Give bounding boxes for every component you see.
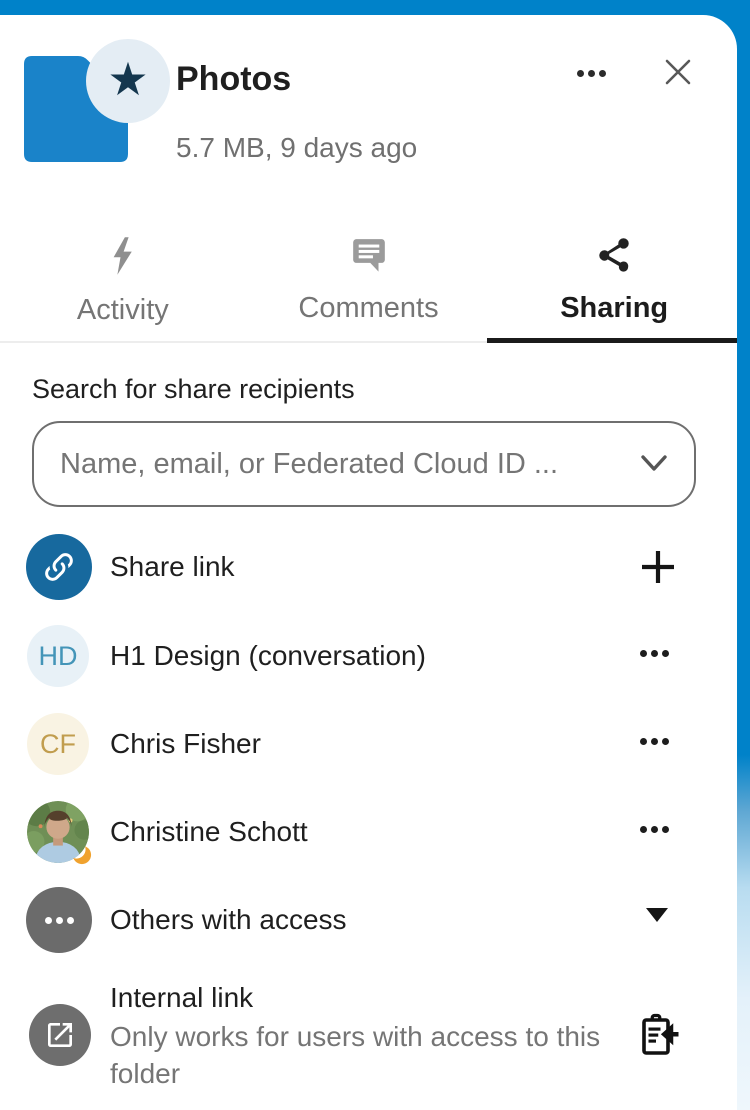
internal-link-title[interactable]: Internal link bbox=[110, 982, 253, 1014]
search-label: Search for share recipients bbox=[32, 374, 355, 405]
chris-fisher-more-button[interactable] bbox=[640, 738, 669, 745]
internal-link-avatar bbox=[29, 1004, 91, 1066]
close-icon bbox=[660, 54, 696, 90]
internal-link-subtitle: Only works for users with access to this… bbox=[110, 1018, 630, 1092]
tab-sharing[interactable]: Sharing bbox=[491, 222, 737, 340]
tab-comments[interactable]: Comments bbox=[246, 222, 492, 340]
add-share-link-button[interactable] bbox=[636, 545, 680, 589]
others-with-access-avatar bbox=[26, 887, 92, 953]
share-link-label[interactable]: Share link bbox=[110, 551, 235, 583]
avatar-initials: HD bbox=[39, 641, 78, 672]
away-status-icon bbox=[70, 843, 92, 870]
tab-activity[interactable]: Activity bbox=[0, 222, 246, 340]
external-link-icon bbox=[44, 1019, 76, 1051]
favorite-badge: ★ bbox=[86, 39, 170, 123]
file-title: Photos bbox=[176, 60, 291, 99]
active-tab-underline bbox=[487, 338, 737, 343]
avatar-initials: CF bbox=[40, 729, 76, 760]
tab-comments-label: Comments bbox=[298, 292, 438, 325]
share-link-avatar bbox=[26, 534, 92, 600]
file-meta: 5.7 MB, 9 days ago bbox=[176, 132, 417, 164]
lightning-icon bbox=[108, 236, 138, 276]
others-with-access-label[interactable]: Others with access bbox=[110, 904, 347, 936]
plus-icon bbox=[638, 547, 678, 587]
h1-design-more-button[interactable] bbox=[640, 650, 669, 657]
tab-bar: Activity Comments Sharing bbox=[0, 222, 737, 340]
recipient-search bbox=[32, 421, 696, 507]
ellipsis-icon bbox=[45, 917, 74, 924]
share-icon bbox=[594, 236, 634, 274]
christine-schott-more-button[interactable] bbox=[640, 826, 669, 833]
chris-fisher-avatar: CF bbox=[27, 713, 89, 775]
chris-fisher-label[interactable]: Chris Fisher bbox=[110, 728, 261, 760]
nextcloud-sidebar: ★ Photos 5.7 MB, 9 days ago Activity Com… bbox=[0, 0, 750, 1110]
expand-others-button[interactable] bbox=[646, 908, 668, 922]
chevron-down-icon[interactable] bbox=[638, 453, 670, 475]
christine-schott-label[interactable]: Christine Schott bbox=[110, 816, 308, 848]
close-button[interactable] bbox=[656, 50, 700, 94]
tab-activity-label: Activity bbox=[77, 294, 169, 327]
comment-icon bbox=[350, 236, 388, 274]
link-icon bbox=[41, 549, 77, 585]
recipient-search-input[interactable] bbox=[58, 447, 638, 482]
tab-sharing-label: Sharing bbox=[560, 292, 668, 325]
header-actions-button[interactable] bbox=[566, 58, 616, 88]
clipboard-copy-icon bbox=[638, 1012, 680, 1058]
star-icon: ★ bbox=[107, 56, 148, 102]
h1-design-label[interactable]: H1 Design (conversation) bbox=[110, 640, 426, 672]
copy-internal-link-button[interactable] bbox=[636, 1010, 682, 1060]
h1-design-avatar: HD bbox=[27, 625, 89, 687]
